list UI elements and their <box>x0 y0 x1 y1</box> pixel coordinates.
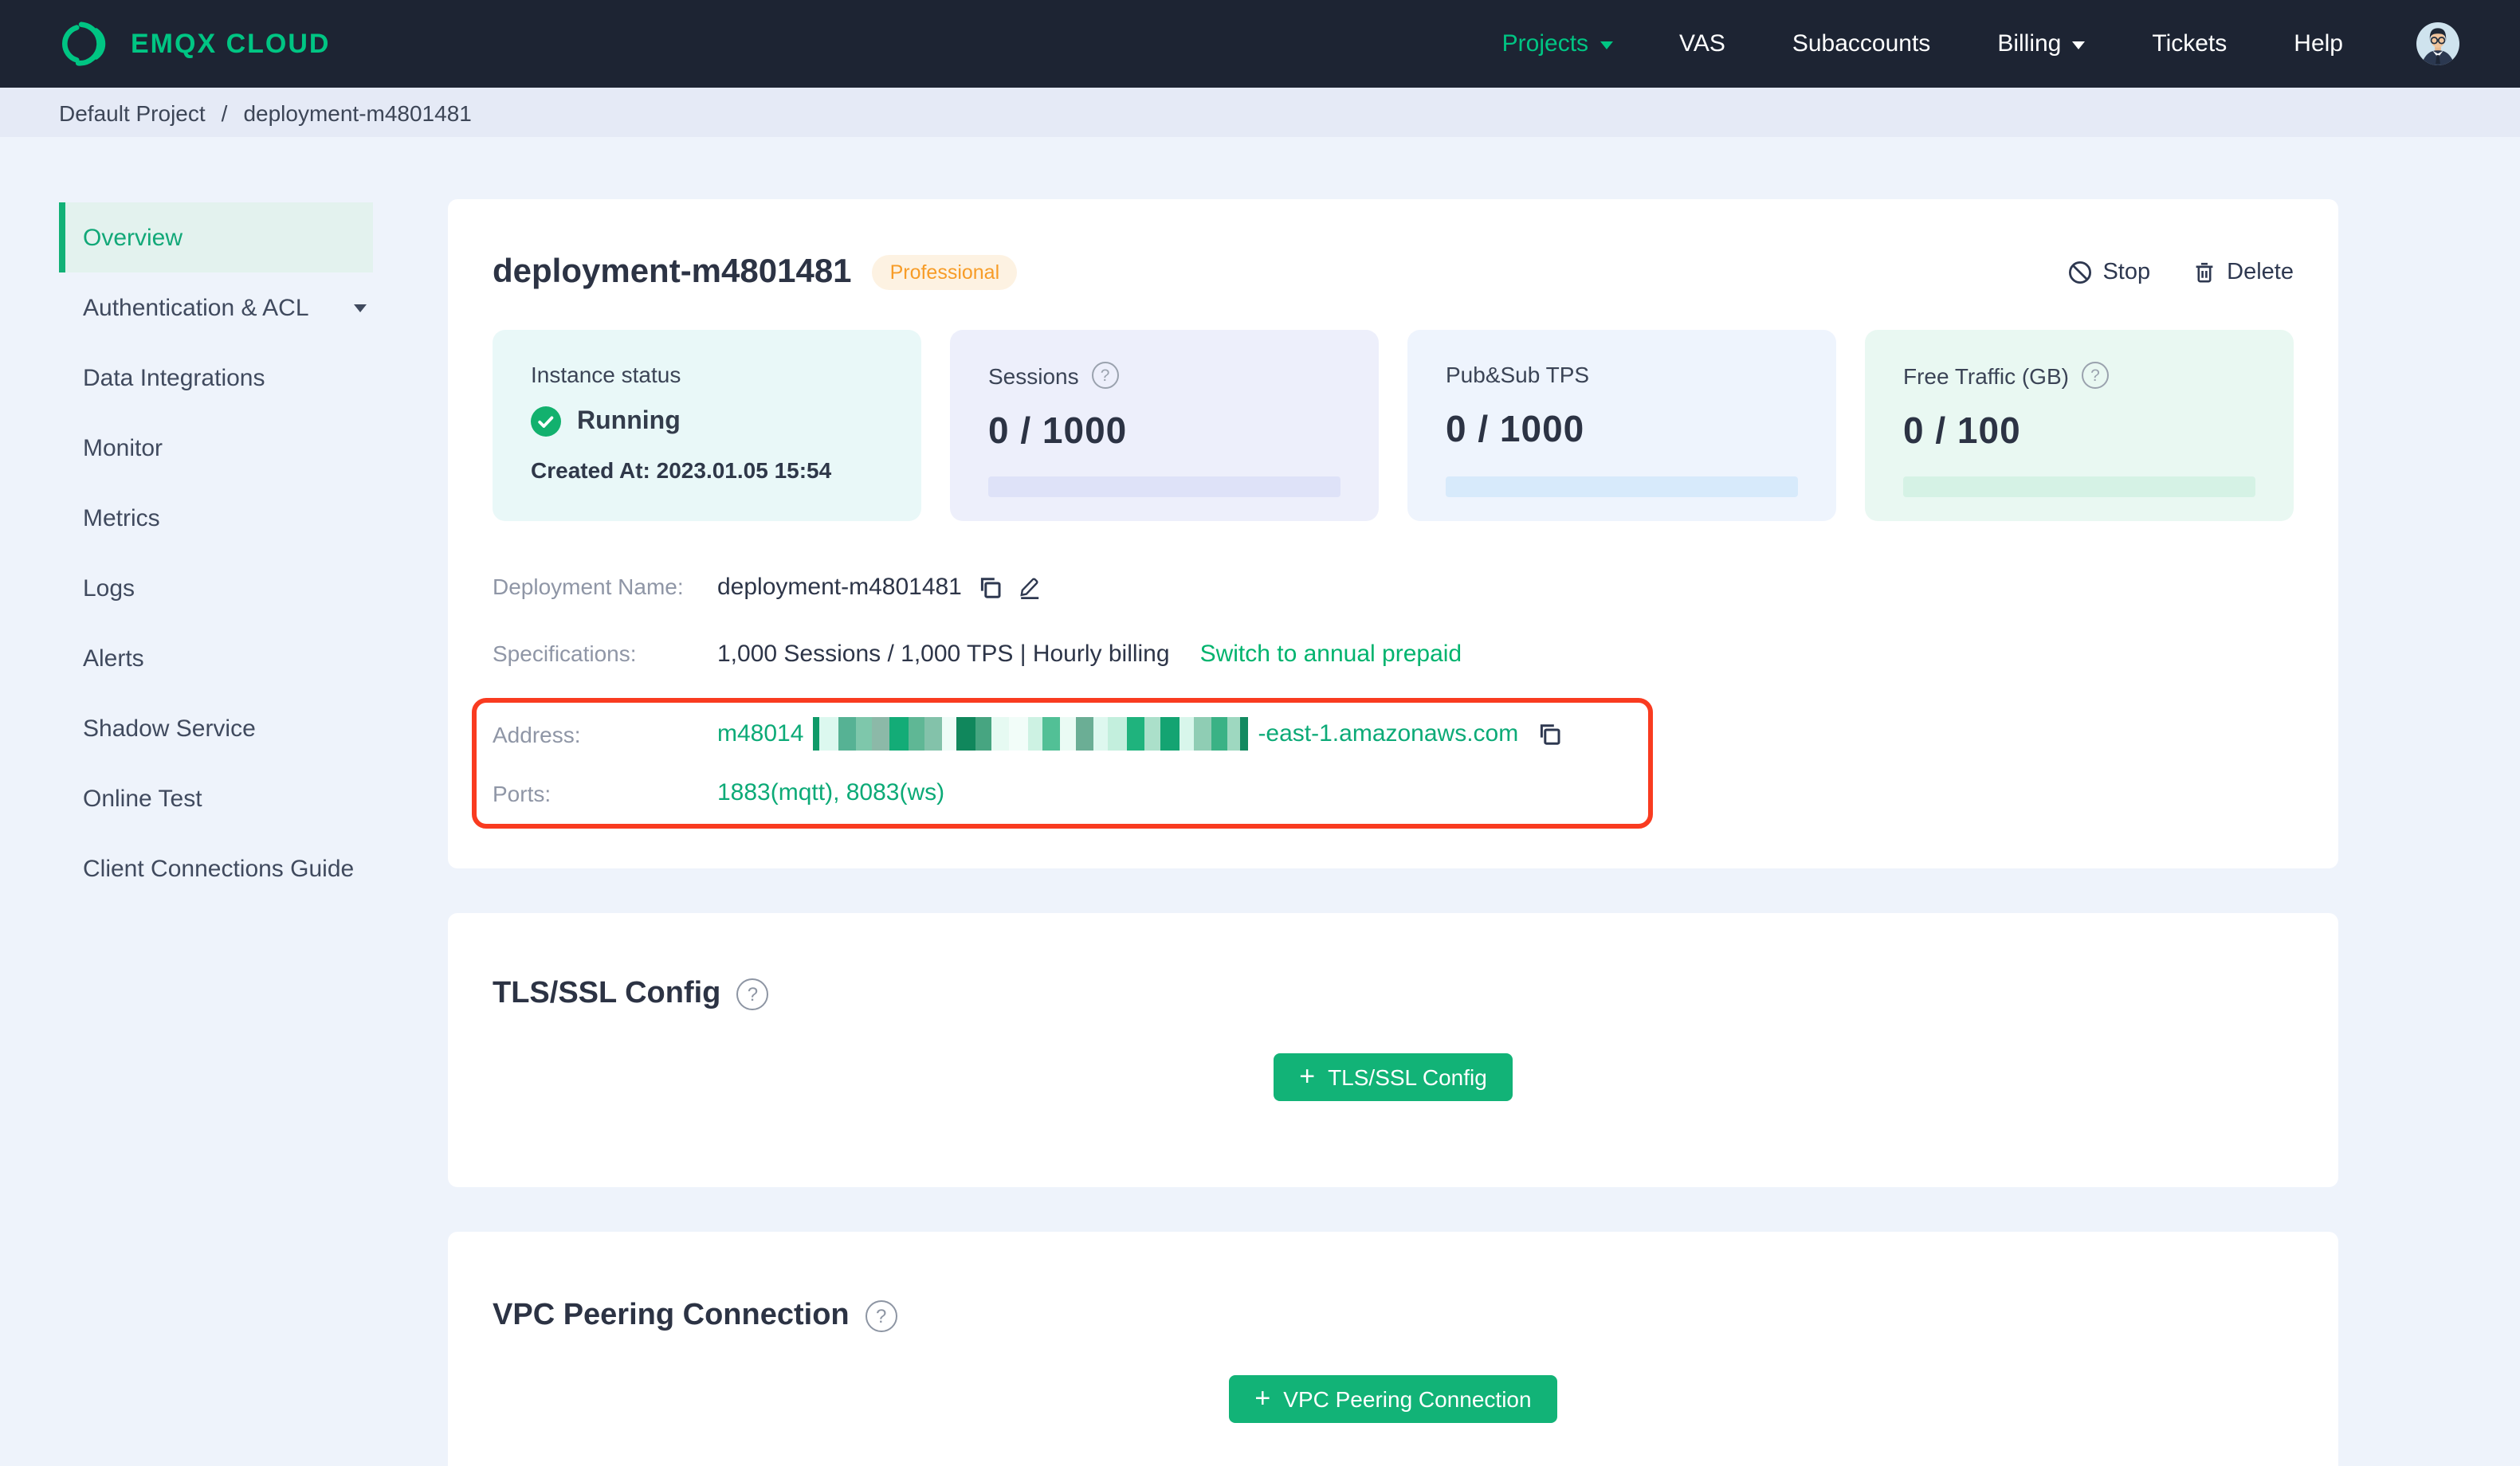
deployment-name-row: Deployment Name: deployment-m4801481 <box>493 553 2294 620</box>
address-redacted-pixelation <box>813 717 1249 751</box>
deployment-overview-card: deployment-m4801481 Professional Stop De… <box>448 199 2338 868</box>
breadcrumb-project[interactable]: Default Project <box>59 100 206 125</box>
top-navbar: EMQX CLOUD Projects VAS Subaccounts Bill… <box>0 0 2520 88</box>
vpc-peering-section: VPC Peering Connection + VPC Peering Con… <box>448 1232 2338 1466</box>
plus-icon: + <box>1299 1061 1316 1092</box>
nav-item-subaccounts[interactable]: Subaccounts <box>1792 30 1930 57</box>
add-vpc-peering-button[interactable]: + VPC Peering Connection <box>1229 1375 1557 1423</box>
sidebar-item-authentication-acl[interactable]: Authentication & ACL <box>59 272 373 343</box>
nav-item-billing[interactable]: Billing <box>1997 30 2086 57</box>
tps-progress-bar <box>1446 476 1798 497</box>
add-tls-ssl-config-button[interactable]: + TLS/SSL Config <box>1274 1053 1513 1101</box>
sidebar-item-logs[interactable]: Logs <box>59 553 373 623</box>
brand-name: EMQX CLOUD <box>131 28 331 58</box>
breadcrumb-separator: / <box>221 100 228 125</box>
sidebar-item-shadow-service[interactable]: Shadow Service <box>59 693 373 763</box>
specifications-value: 1,000 Sessions / 1,000 TPS | Hourly bill… <box>717 640 1170 667</box>
traffic-progress-bar <box>1903 476 2255 497</box>
stop-button[interactable]: Stop <box>2067 260 2150 285</box>
breadcrumb: Default Project / deployment-m4801481 <box>0 88 2520 137</box>
help-icon[interactable] <box>865 1300 897 1332</box>
check-circle-icon <box>531 406 561 437</box>
specifications-row: Specifications: 1,000 Sessions / 1,000 T… <box>493 640 1462 667</box>
sessions-value: 0 / 1000 <box>988 410 1128 451</box>
switch-annual-prepaid-link[interactable]: Switch to annual prepaid <box>1200 640 1462 667</box>
emqx-cloud-console: EMQX CLOUD Projects VAS Subaccounts Bill… <box>0 0 2520 1466</box>
created-at: Created At: 2023.01.05 15:54 <box>531 457 832 483</box>
deployment-name-value: deployment-m4801481 <box>717 573 962 600</box>
main-content: deployment-m4801481 Professional Stop De… <box>442 137 2520 1466</box>
sidebar-item-online-test[interactable]: Online Test <box>59 763 373 833</box>
copy-icon[interactable] <box>976 573 1003 600</box>
sidebar-item-client-connections-guide[interactable]: Client Connections Guide <box>59 833 373 904</box>
breadcrumb-current: deployment-m4801481 <box>243 100 472 125</box>
tls-ssl-section: TLS/SSL Config + TLS/SSL Config <box>448 913 2338 1187</box>
emqx-logo-icon <box>57 18 110 70</box>
sessions-progress-bar <box>988 476 1340 497</box>
traffic-value: 0 / 100 <box>1903 410 2021 451</box>
sessions-card: Sessions 0 / 1000 <box>950 330 1379 521</box>
sidebar-item-monitor[interactable]: Monitor <box>59 413 373 483</box>
plus-icon: + <box>1254 1383 1271 1413</box>
edit-icon[interactable] <box>1018 573 1043 600</box>
pubsub-tps-card: Pub&Sub TPS 0 / 1000 <box>1407 330 1836 521</box>
top-nav-menu: Projects VAS Subaccounts Billing Tickets… <box>1502 22 2459 65</box>
avatar[interactable] <box>2416 22 2459 65</box>
help-icon[interactable] <box>1091 362 1119 389</box>
chevron-down-icon <box>1600 41 1613 55</box>
deployment-title: deployment-m4801481 <box>493 253 852 290</box>
nav-item-tickets[interactable]: Tickets <box>2152 30 2227 57</box>
free-traffic-card: Free Traffic (GB) 0 / 100 <box>1865 330 2294 521</box>
stat-cards: Instance status Running Created At: 2023… <box>493 330 2294 521</box>
instance-status-card: Instance status Running Created At: 2023… <box>493 330 921 521</box>
tls-title: TLS/SSL Config <box>493 977 721 1010</box>
sidebar-item-data-integrations[interactable]: Data Integrations <box>59 343 373 413</box>
brand-logo[interactable]: EMQX CLOUD <box>57 18 330 70</box>
sidebar-item-metrics[interactable]: Metrics <box>59 483 373 553</box>
help-icon[interactable] <box>736 978 769 1010</box>
tps-value: 0 / 1000 <box>1446 408 1585 449</box>
ports-row: Ports: 1883(mqtt), 8083(ws) <box>493 779 945 806</box>
copy-icon[interactable] <box>1534 720 1561 747</box>
trash-icon <box>2192 260 2217 285</box>
help-icon[interactable] <box>2081 362 2109 389</box>
ports-value: 1883(mqtt), 8083(ws) <box>717 779 945 806</box>
sidebar: Overview Authentication & ACL Data Integ… <box>0 137 442 904</box>
nav-item-projects[interactable]: Projects <box>1502 30 1613 57</box>
sidebar-item-overview[interactable]: Overview <box>59 202 373 272</box>
plan-badge: Professional <box>872 255 1018 290</box>
red-annotation-box: Address: m48014 -east-1.amazonaws.com Po… <box>472 698 1653 829</box>
sidebar-item-alerts[interactable]: Alerts <box>59 623 373 693</box>
deployment-details: Deployment Name: deployment-m4801481 Spe… <box>472 553 2294 829</box>
address-row: Address: m48014 -east-1.amazonaws.com <box>493 704 1648 763</box>
vpc-title: VPC Peering Connection <box>493 1299 850 1332</box>
delete-button[interactable]: Delete <box>2192 260 2294 285</box>
status-text: Running <box>577 407 681 434</box>
chevron-down-icon <box>354 304 367 319</box>
stop-icon <box>2067 260 2093 285</box>
nav-item-vas[interactable]: VAS <box>1679 30 1725 57</box>
address-suffix: -east-1.amazonaws.com <box>1258 720 1519 747</box>
nav-item-help[interactable]: Help <box>2294 30 2343 57</box>
address-prefix: m48014 <box>717 720 804 747</box>
chevron-down-icon <box>2072 41 2086 55</box>
